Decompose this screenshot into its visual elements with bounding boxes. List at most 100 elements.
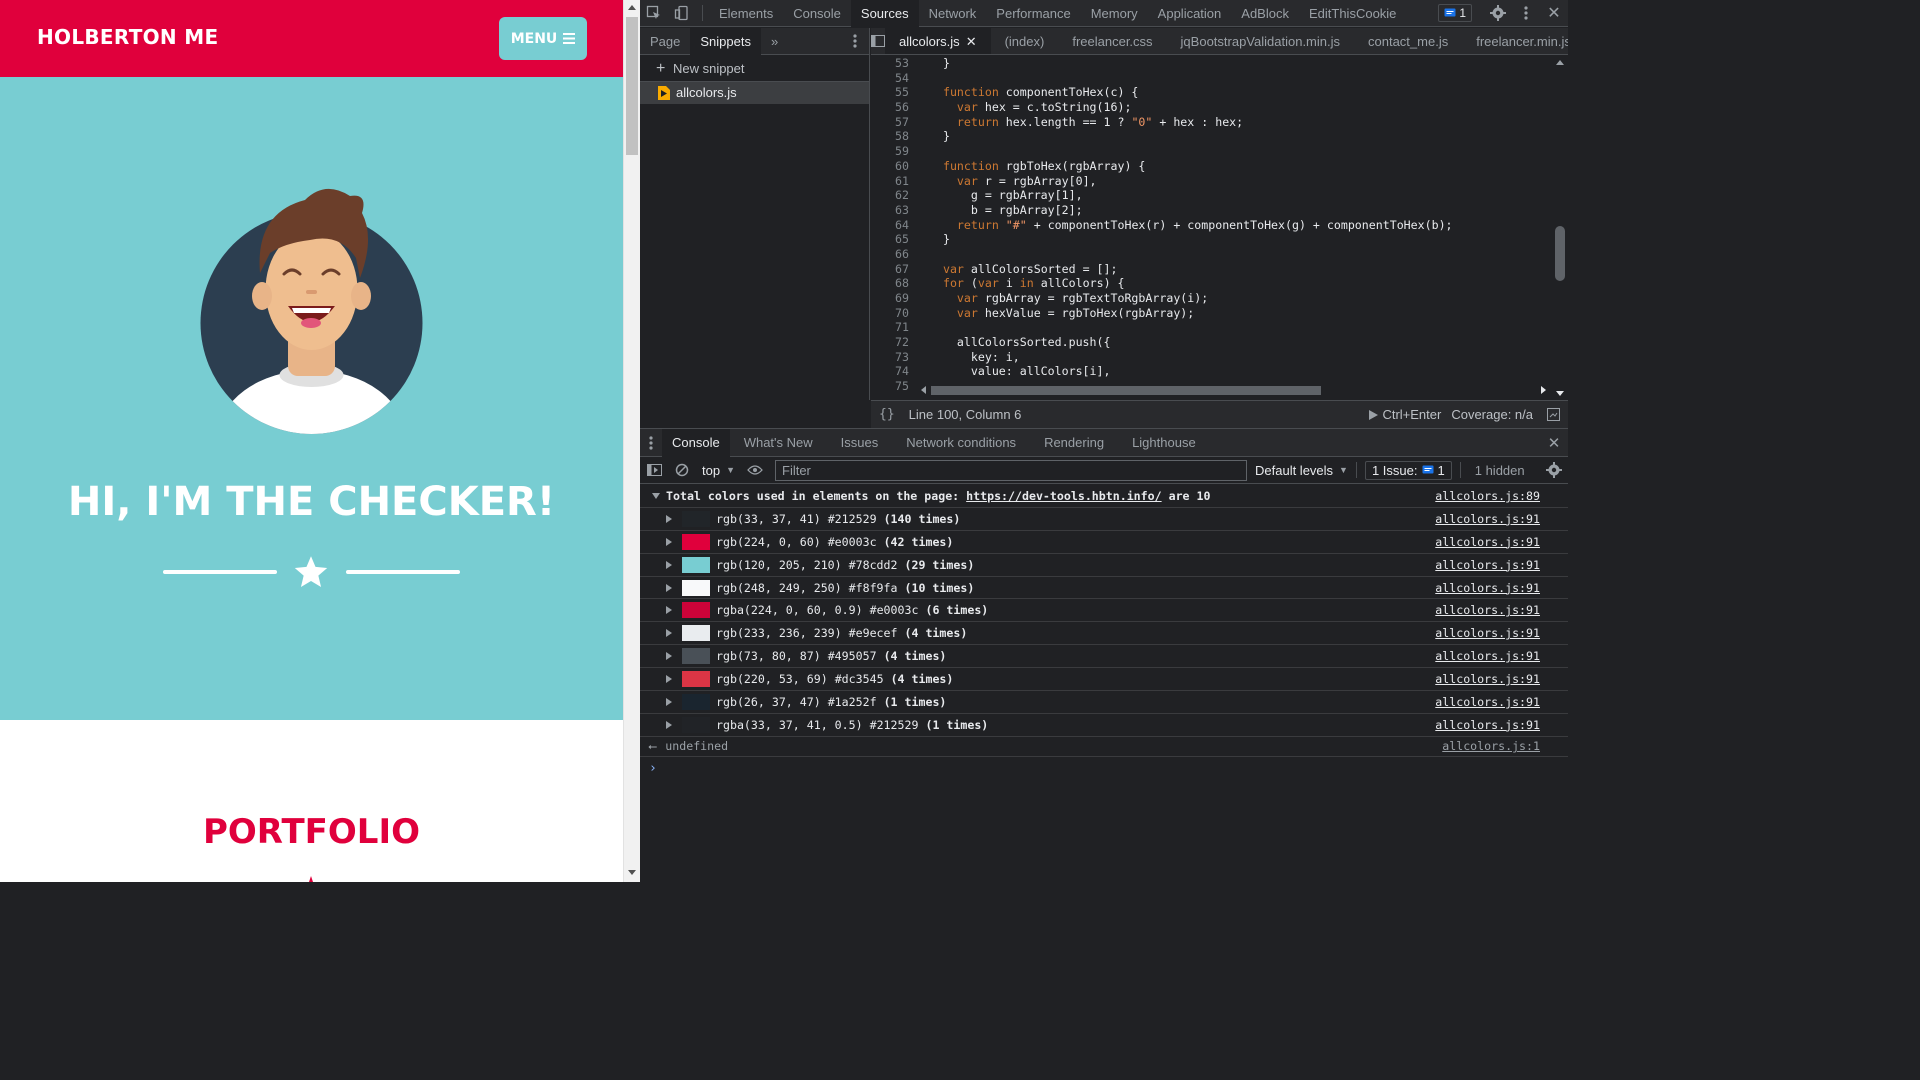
- drawer-tab-lighthouse[interactable]: Lighthouse: [1118, 429, 1210, 457]
- source-link[interactable]: allcolors.js:91: [1435, 718, 1540, 732]
- color-row[interactable]: rgb(233, 236, 239) #e9ecef (4 times) allcol…: [640, 622, 1568, 646]
- scrollbar-thumb[interactable]: [626, 17, 638, 155]
- line-number[interactable]: 55: [871, 85, 929, 100]
- tab-elements[interactable]: Elements: [709, 0, 783, 27]
- drawer-tab-issues[interactable]: Issues: [827, 429, 893, 457]
- expand-arrow-icon[interactable]: [666, 675, 672, 684]
- scrollbar-thumb[interactable]: [1555, 226, 1565, 281]
- expand-arrow-icon[interactable]: [666, 720, 672, 729]
- line-number[interactable]: 53: [871, 56, 929, 71]
- color-row[interactable]: rgba(224, 0, 60, 0.9) #e0003c (6 times) all…: [640, 599, 1568, 623]
- show-sidebar-icon[interactable]: [640, 457, 668, 484]
- source-link[interactable]: allcolors.js:91: [1435, 672, 1540, 686]
- tab-sources[interactable]: Sources: [850, 0, 919, 27]
- editor-tab[interactable]: freelancer.min.js: [1462, 28, 1568, 54]
- run-snippet-button[interactable]: Ctrl+Enter: [1369, 407, 1441, 422]
- expand-arrow-icon[interactable]: [666, 652, 672, 661]
- tab-adblock[interactable]: AdBlock: [1231, 0, 1299, 27]
- line-number[interactable]: 67: [871, 262, 929, 277]
- navigator-menu-icon[interactable]: [841, 28, 869, 55]
- color-row[interactable]: rgb(224, 0, 60) #e0003c (42 times) allcolor…: [640, 531, 1568, 554]
- scroll-left-arrow-icon[interactable]: [921, 386, 926, 394]
- line-number[interactable]: 74: [871, 364, 929, 379]
- issues-counter[interactable]: 1: [1438, 4, 1472, 22]
- source-link[interactable]: allcolors.js:91: [1435, 603, 1540, 617]
- page-scrollbar[interactable]: [623, 0, 640, 882]
- tab-network[interactable]: Network: [919, 0, 987, 27]
- drawer-menu-icon[interactable]: [640, 429, 662, 456]
- drawer-tab-network-conditions[interactable]: Network conditions: [892, 429, 1030, 457]
- editor-vertical-scrollbar[interactable]: [1551, 56, 1568, 400]
- live-expression-eye-icon[interactable]: [741, 457, 769, 484]
- drawer-tab-console[interactable]: Console: [662, 428, 730, 457]
- scroll-up-arrow-icon[interactable]: [628, 5, 636, 10]
- inspect-element-icon[interactable]: [640, 0, 668, 27]
- more-options-icon[interactable]: [1512, 0, 1540, 27]
- line-number[interactable]: 71: [871, 320, 929, 335]
- toggle-navigator-icon[interactable]: [871, 28, 885, 54]
- close-tab-icon[interactable]: ✕: [966, 34, 977, 49]
- more-tabs-chevron-icon[interactable]: »: [761, 28, 788, 55]
- editor-tab[interactable]: (index): [991, 28, 1059, 54]
- tab-performance[interactable]: Performance: [986, 0, 1080, 27]
- scroll-right-arrow-icon[interactable]: [1541, 386, 1546, 394]
- editor-horizontal-scrollbar[interactable]: [919, 383, 1551, 397]
- tab-page[interactable]: Page: [640, 28, 690, 55]
- source-link[interactable]: allcolors.js:89: [1435, 489, 1540, 503]
- editor-tab[interactable]: freelancer.css: [1058, 28, 1166, 54]
- line-number[interactable]: 65: [871, 232, 929, 247]
- scroll-down-arrow-icon[interactable]: [628, 870, 636, 875]
- line-number[interactable]: 61: [871, 174, 929, 189]
- color-row[interactable]: rgba(33, 37, 41, 0.5) #212529 (1 times) all…: [640, 714, 1568, 737]
- summary-url-link[interactable]: https://dev-tools.hbtn.info/: [966, 489, 1161, 503]
- console-group-header[interactable]: Total colors used in elements on the pag…: [640, 485, 1568, 508]
- line-number[interactable]: 63: [871, 203, 929, 218]
- color-row[interactable]: rgb(26, 37, 47) #1a252f (1 times) allcolors…: [640, 691, 1568, 714]
- color-row[interactable]: rgb(33, 37, 41) #212529 (140 times) allcolo…: [640, 508, 1568, 531]
- color-row[interactable]: rgb(120, 205, 210) #78cdd2 (29 times) allco…: [640, 554, 1568, 577]
- scroll-down-arrow-icon[interactable]: [1556, 391, 1564, 396]
- line-number[interactable]: 62: [871, 188, 929, 203]
- source-link[interactable]: allcolors.js:91: [1435, 626, 1540, 640]
- line-number[interactable]: 60: [871, 159, 929, 174]
- code-area[interactable]: 53 } 54 55 function componentToHex(c) {56 …: [871, 56, 1551, 411]
- expand-arrow-icon[interactable]: [666, 537, 672, 546]
- console-filter-input[interactable]: Filter: [775, 459, 1247, 481]
- color-row[interactable]: rgb(248, 249, 250) #f8f9fa (10 times) allco…: [640, 577, 1568, 600]
- line-number[interactable]: 70: [871, 306, 929, 321]
- tab-memory[interactable]: Memory: [1081, 0, 1148, 27]
- editor-tab[interactable]: allcolors.js ✕: [885, 28, 991, 54]
- color-row[interactable]: rgb(73, 80, 87) #495057 (4 times) allcolors…: [640, 645, 1568, 669]
- console-issues-button[interactable]: 1 Issue: 1: [1364, 460, 1452, 480]
- line-number[interactable]: 68: [871, 276, 929, 291]
- line-number[interactable]: 56: [871, 100, 929, 115]
- expand-arrow-icon[interactable]: [666, 514, 672, 523]
- new-snippet-button[interactable]: + New snippet: [640, 55, 869, 82]
- line-number[interactable]: 69: [871, 291, 929, 306]
- source-link[interactable]: allcolors.js:91: [1435, 581, 1540, 595]
- tab-application[interactable]: Application: [1148, 0, 1232, 27]
- color-row[interactable]: rgb(220, 53, 69) #dc3545 (4 times) allcolor…: [640, 668, 1568, 692]
- line-number[interactable]: 59: [871, 144, 929, 159]
- scroll-up-arrow-icon[interactable]: [1556, 60, 1564, 65]
- expand-arrow-icon[interactable]: [666, 583, 672, 592]
- context-selector[interactable]: top ▼: [696, 463, 741, 478]
- pretty-print-icon[interactable]: {}: [879, 407, 895, 422]
- settings-gear-icon[interactable]: [1484, 0, 1512, 27]
- editor-tab[interactable]: contact_me.js: [1354, 28, 1462, 54]
- close-devtools-icon[interactable]: ✕: [1540, 0, 1568, 27]
- expand-arrow-icon[interactable]: [666, 697, 672, 706]
- source-link[interactable]: allcolors.js:91: [1435, 535, 1540, 549]
- drawer-tab-what-s-new[interactable]: What's New: [730, 429, 827, 457]
- site-brand[interactable]: HOLBERTON ME: [37, 25, 218, 49]
- drawer-tab-rendering[interactable]: Rendering: [1030, 429, 1118, 457]
- screenshot-icon[interactable]: [1547, 408, 1560, 421]
- close-drawer-icon[interactable]: ✕: [1540, 429, 1568, 456]
- menu-button[interactable]: MENU: [499, 17, 587, 60]
- line-number[interactable]: 72: [871, 335, 929, 350]
- line-number[interactable]: 73: [871, 350, 929, 365]
- source-link[interactable]: allcolors.js:91: [1435, 512, 1540, 526]
- console-settings-gear-icon[interactable]: [1540, 457, 1568, 484]
- console-prompt[interactable]: ›: [640, 757, 1568, 780]
- editor-tab[interactable]: jqBootstrapValidation.min.js: [1167, 28, 1354, 54]
